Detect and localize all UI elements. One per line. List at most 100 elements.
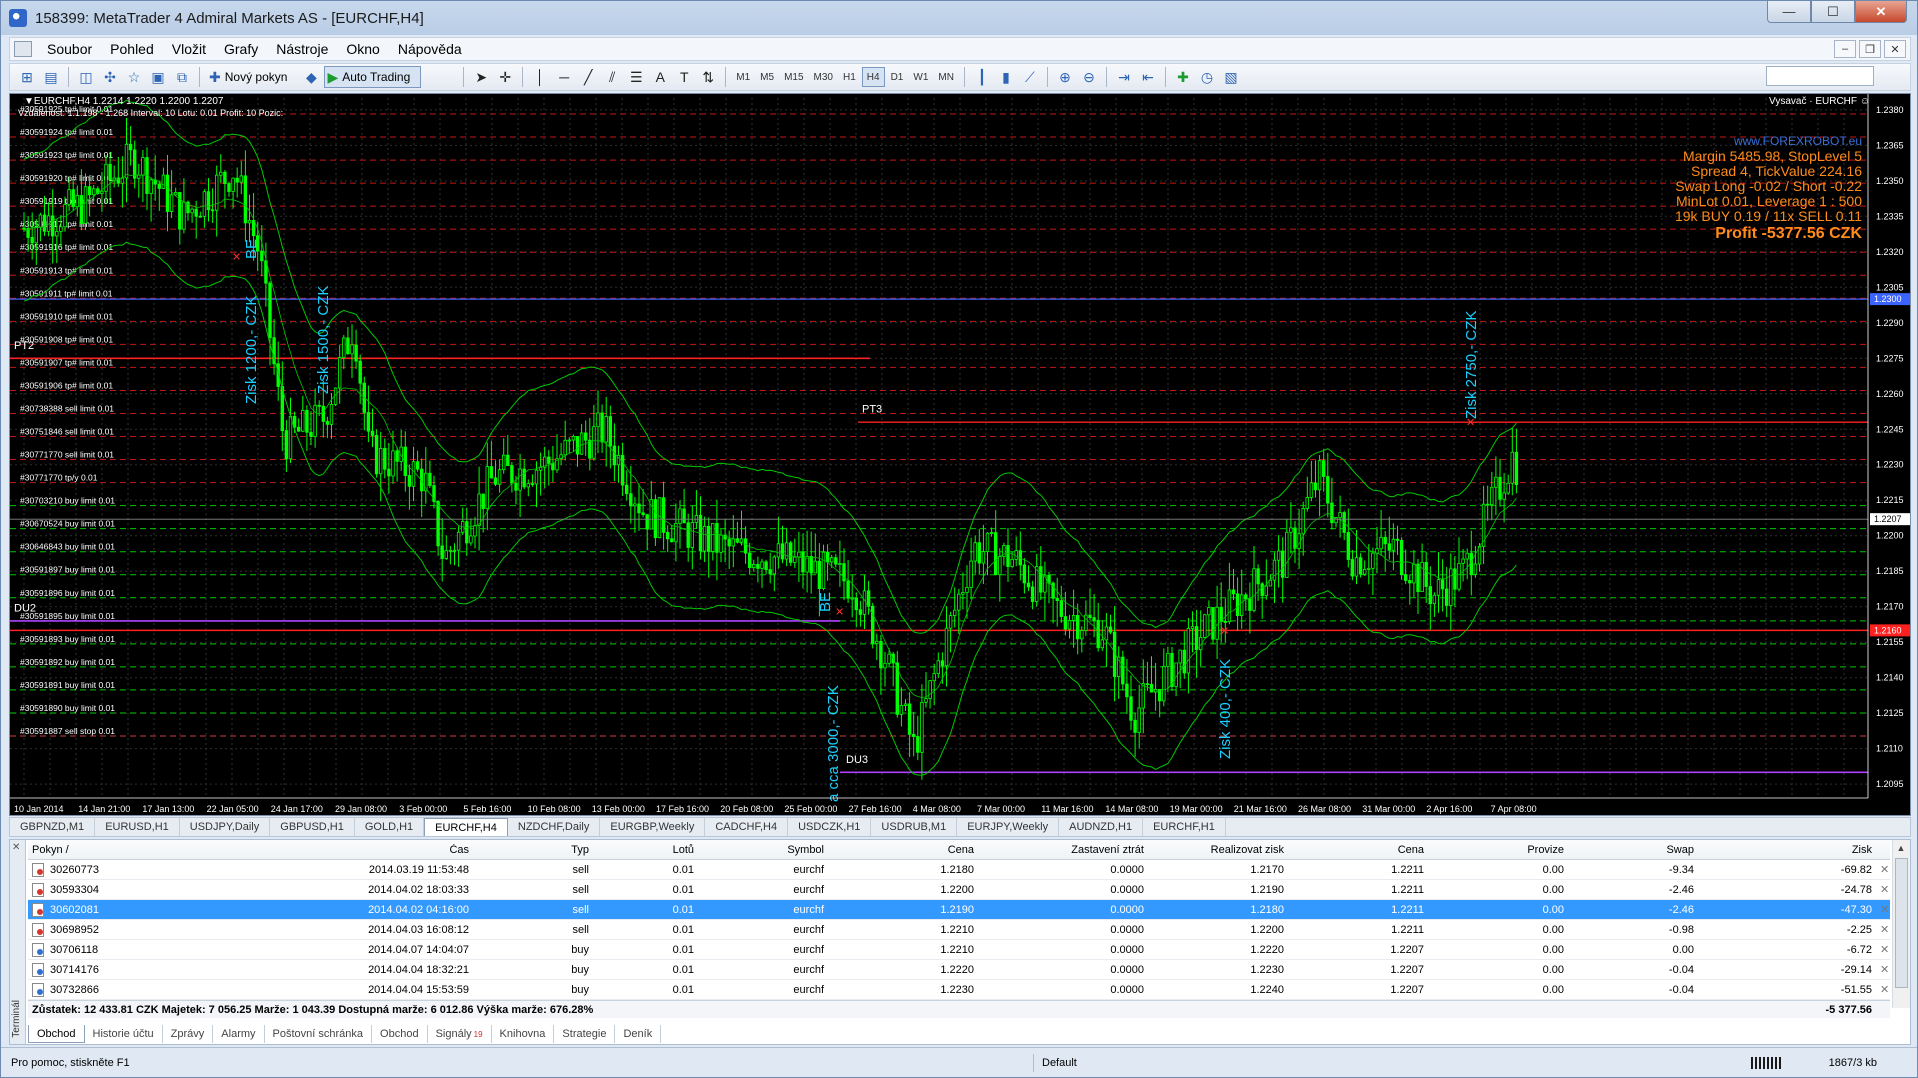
chart-tab[interactable]: EURUSD,H1 xyxy=(95,818,180,836)
terminal-tab[interactable]: Strategie xyxy=(554,1025,616,1043)
timeframe-m1[interactable]: M1 xyxy=(732,67,754,87)
auto-trading-button[interactable]: ▶ Auto Trading xyxy=(324,66,422,88)
close-trade-icon[interactable]: ✕ xyxy=(1876,963,1890,976)
col-commission[interactable]: Provize xyxy=(1428,844,1568,856)
menu-grafy[interactable]: Grafy xyxy=(215,41,267,57)
market-watch-button[interactable]: ◫ xyxy=(75,66,97,88)
trade-row[interactable]: 30714176 2014.04.04 18:32:21 buy 0.01 eurchf… xyxy=(28,960,1890,980)
terminal-tab[interactable]: Signály 19 xyxy=(428,1025,492,1043)
crosshair-tool[interactable]: ✛ xyxy=(494,66,516,88)
col-take-profit[interactable]: Realizovat zisk xyxy=(1148,844,1288,856)
navigator-button[interactable]: ✣ xyxy=(99,66,121,88)
timeframe-w1[interactable]: W1 xyxy=(909,67,932,87)
trendline-tool[interactable]: ╱ xyxy=(577,66,599,88)
menu-vlozit[interactable]: Vložit xyxy=(163,41,215,57)
status-profile[interactable]: Default xyxy=(1033,1053,1077,1072)
timeframe-mn[interactable]: MN xyxy=(934,67,958,87)
horizontal-line-tool[interactable]: ─ xyxy=(553,66,575,88)
equidistant-channel-tool[interactable]: ⫽ xyxy=(601,66,623,88)
new-order-button[interactable]: ✚ Nový pokyn xyxy=(206,66,298,88)
zoom-out-button[interactable]: ⊖ xyxy=(1078,66,1100,88)
trade-row[interactable]: 30260773 2014.03.19 11:53:48 sell 0.01 eurch… xyxy=(28,860,1890,880)
trade-row[interactable]: 30602081 2014.04.02 04:16:00 sell 0.01 eurch… xyxy=(28,900,1890,920)
chart-tab[interactable]: USDJPY,Daily xyxy=(180,818,271,836)
close-trade-icon[interactable]: ✕ xyxy=(1876,863,1890,876)
col-lots[interactable]: Lotů xyxy=(593,844,698,856)
timeframe-h1[interactable]: H1 xyxy=(839,67,860,87)
timeframe-m15[interactable]: M15 xyxy=(780,67,807,87)
terminal-close-icon[interactable]: ✕ xyxy=(12,842,20,853)
close-trade-icon[interactable]: ✕ xyxy=(1876,883,1890,896)
chart-tab[interactable]: EURGBP,Weekly xyxy=(600,818,706,836)
chart-window-icon[interactable] xyxy=(14,41,32,57)
bar-chart-button[interactable]: ┃ xyxy=(971,66,993,88)
col-stop-loss[interactable]: Zastavení ztrát xyxy=(978,844,1148,856)
close-button[interactable]: ✕ xyxy=(1855,1,1907,23)
terminal-button[interactable]: ▣ xyxy=(147,66,169,88)
terminal-tab[interactable]: Deník xyxy=(615,1025,662,1043)
close-trade-icon[interactable]: ✕ xyxy=(1876,983,1890,996)
timeframe-m5[interactable]: M5 xyxy=(756,67,778,87)
terminal-tab[interactable]: Knihovna xyxy=(492,1025,555,1043)
mdi-restore-button[interactable]: ❐ xyxy=(1859,40,1881,58)
terminal-tab[interactable]: Zprávy xyxy=(163,1025,214,1043)
chart-tab[interactable]: EURJPY,Weekly xyxy=(957,818,1060,836)
mdi-minimize-button[interactable]: ‒ xyxy=(1834,40,1856,58)
menu-okno[interactable]: Okno xyxy=(337,41,388,57)
col-symbol[interactable]: Symbol xyxy=(698,844,828,856)
col-current-price[interactable]: Cena xyxy=(1288,844,1428,856)
chart-tab[interactable]: USDCZK,H1 xyxy=(788,818,872,836)
chart-tab[interactable]: NZDCHF,Daily xyxy=(508,818,601,836)
chart-tab[interactable]: EURCHF,H4 xyxy=(424,818,508,836)
chart-tab[interactable]: CADCHF,H4 xyxy=(705,818,789,836)
chart-tab[interactable]: USDRUB,M1 xyxy=(871,818,958,836)
scroll-up-icon[interactable]: ▲ xyxy=(1893,840,1909,856)
new-chart-button[interactable]: ⊞ xyxy=(16,66,38,88)
vertical-line-tool[interactable]: │ xyxy=(529,66,551,88)
terminal-tab[interactable]: Obchod xyxy=(28,1025,85,1043)
text-tool[interactable]: A xyxy=(649,66,671,88)
periods-button[interactable]: ◷ xyxy=(1196,66,1218,88)
timeframe-h4[interactable]: H4 xyxy=(861,67,885,87)
menu-napoveda[interactable]: Nápověda xyxy=(389,41,471,57)
trade-row[interactable]: 30706118 2014.04.07 14:04:07 buy 0.01 eurchf… xyxy=(28,940,1890,960)
search-input[interactable] xyxy=(1766,66,1874,86)
col-order[interactable]: Pokyn / xyxy=(28,844,208,856)
terminal-tab[interactable]: Alarmy xyxy=(213,1025,265,1043)
scroll-thumb[interactable] xyxy=(1895,858,1908,988)
col-profit[interactable]: Zisk xyxy=(1698,844,1876,856)
tester-button[interactable]: ⧉ xyxy=(171,66,193,88)
title-bar[interactable]: 158399: MetaTrader 4 Admiral Markets AS … xyxy=(1,1,1917,35)
chart-tab[interactable]: EURCHF,H1 xyxy=(1143,818,1226,836)
arrows-tool[interactable]: ⇅ xyxy=(697,66,719,88)
terminal-tab[interactable]: Obchod xyxy=(372,1025,428,1043)
close-trade-icon[interactable]: ✕ xyxy=(1876,923,1890,936)
menu-soubor[interactable]: Soubor xyxy=(38,41,101,57)
line-chart-button[interactable]: ⟋ xyxy=(1019,66,1041,88)
terminal-tab[interactable]: Poštovní schránka xyxy=(265,1025,373,1043)
chart-tab[interactable]: GBPNZD,M1 xyxy=(10,818,96,836)
chart-shift-button[interactable]: ⇤ xyxy=(1137,66,1159,88)
metaeditor-button[interactable]: ◆ xyxy=(300,66,322,88)
templates-button[interactable]: ▧ xyxy=(1220,66,1242,88)
chart-tab[interactable]: GBPUSD,H1 xyxy=(270,818,355,836)
fibonacci-tool[interactable]: ☰ xyxy=(625,66,647,88)
profiles-button[interactable]: ▤ xyxy=(40,66,62,88)
trade-row[interactable]: 30698952 2014.04.03 16:08:12 sell 0.01 eurch… xyxy=(28,920,1890,940)
chart-tab[interactable]: AUDNZD,H1 xyxy=(1059,818,1144,836)
terminal-tab[interactable]: Historie účtu xyxy=(85,1025,163,1043)
col-type[interactable]: Typ xyxy=(473,844,593,856)
price-chart[interactable]: 1.2380 1.2365 1.2350 1.2335 1.2320 1.2305 1.22… xyxy=(10,94,1911,816)
close-trade-icon[interactable]: ✕ xyxy=(1876,943,1890,956)
mdi-close-button[interactable]: ✕ xyxy=(1884,40,1906,58)
trade-row[interactable]: 30593304 2014.04.02 18:03:33 sell 0.01 eurch… xyxy=(28,880,1890,900)
col-price[interactable]: Cena xyxy=(828,844,978,856)
timeframe-d1[interactable]: D1 xyxy=(887,67,908,87)
col-time[interactable]: Čas xyxy=(208,844,473,856)
chart-tab[interactable]: GOLD,H1 xyxy=(355,818,425,836)
indicators-button[interactable]: ✚ xyxy=(1172,66,1194,88)
menu-nastroje[interactable]: Nástroje xyxy=(267,41,337,57)
candle-chart-button[interactable]: ▮ xyxy=(995,66,1017,88)
autoscroll-button[interactable]: ⇥ xyxy=(1113,66,1135,88)
text-label-tool[interactable]: T xyxy=(673,66,695,88)
